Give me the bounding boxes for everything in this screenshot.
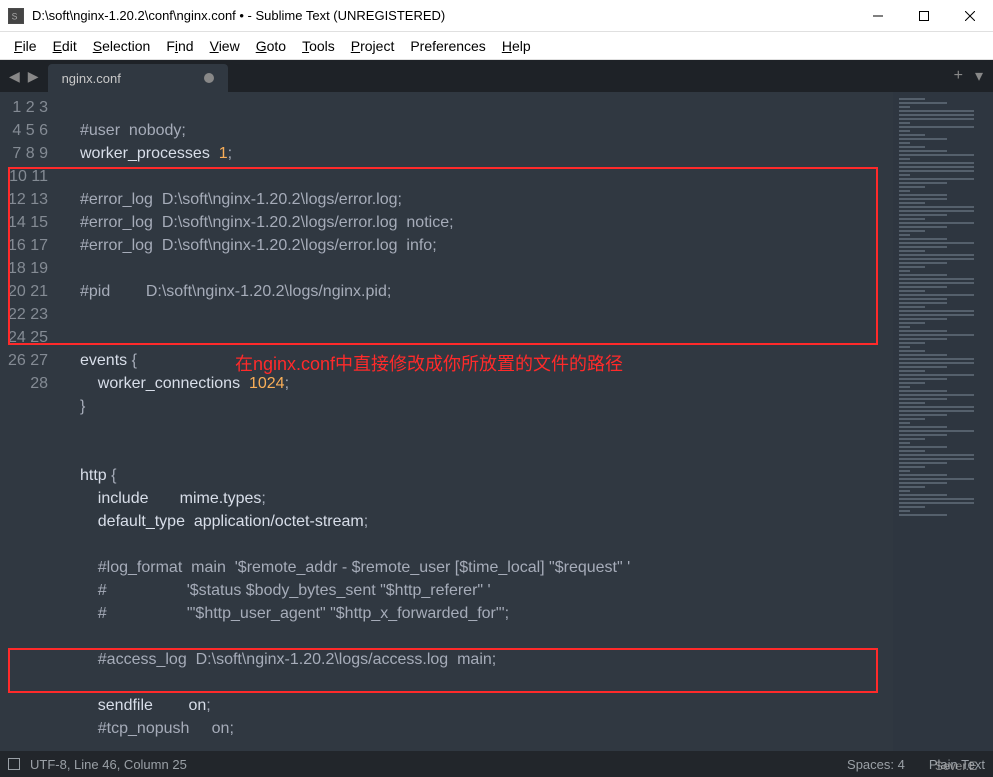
menu-tools[interactable]: Tools [296,36,341,56]
statusbar-position[interactable]: UTF-8, Line 46, Column 25 [30,757,187,772]
close-button[interactable] [947,0,993,31]
tab-nginx-conf[interactable]: nginx.conf [48,64,228,92]
menu-goto[interactable]: Goto [250,36,292,56]
window-title: D:\soft\nginx-1.20.2\conf\nginx.conf • -… [32,8,855,23]
editor[interactable]: 1 2 3 4 5 6 7 8 9 10 11 12 13 14 15 16 1… [0,92,993,751]
menu-preferences[interactable]: Preferences [404,36,491,56]
titlebar: S D:\soft\nginx-1.20.2\conf\nginx.conf •… [0,0,993,32]
tab-next-icon[interactable]: ▶ [25,68,42,85]
statusbar-panel-icon[interactable] [8,758,20,770]
window-controls [855,0,993,31]
line-number-gutter: 1 2 3 4 5 6 7 8 9 10 11 12 13 14 15 16 1… [0,92,62,751]
tab-dirty-indicator-icon [204,73,214,83]
tabs-menu-icon[interactable]: ▾ [975,66,983,86]
statusbar: UTF-8, Line 46, Column 25 Spaces: 4 Plai… [0,751,993,777]
annotation-text: 在nginx.conf中直接修改成你所放置的文件的路径 [235,350,623,376]
minimap[interactable] [893,92,993,751]
menubar: File Edit Selection Find View Goto Tools… [0,32,993,60]
statusbar-spaces[interactable]: Spaces: 4 [847,757,905,772]
tab-prev-icon[interactable]: ◀ [6,68,23,85]
watermark: Sever.E [935,759,977,773]
menu-file[interactable]: File [8,36,43,56]
minimize-button[interactable] [855,0,901,31]
menu-project[interactable]: Project [345,36,401,56]
menu-find[interactable]: Find [160,36,199,56]
new-tab-icon[interactable]: + [954,67,963,85]
maximize-button[interactable] [901,0,947,31]
menu-selection[interactable]: Selection [87,36,157,56]
tab-nav-arrows: ◀ ▶ [0,60,48,92]
tabbar: ◀ ▶ nginx.conf + ▾ [0,60,993,92]
menu-view[interactable]: View [204,36,246,56]
app-icon: S [8,8,24,24]
code-content[interactable]: #user nobody; worker_processes 1; #error… [62,92,893,751]
tab-label: nginx.conf [62,71,121,86]
svg-text:S: S [12,11,18,21]
menu-edit[interactable]: Edit [47,36,83,56]
minimap-content [899,98,987,516]
menu-help[interactable]: Help [496,36,537,56]
